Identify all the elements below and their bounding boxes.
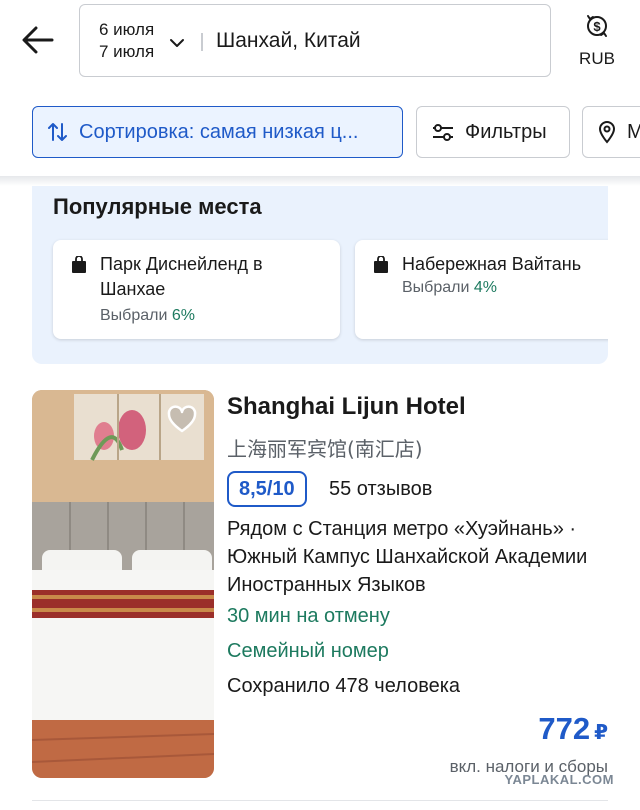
sort-chip[interactable]: Сортировка: самая низкая ц... <box>32 106 403 158</box>
top-search-bar: 6 июля 7 июля Шанхай, Китай $ RUB <box>0 0 640 90</box>
rating-score: 8,5 <box>239 477 267 500</box>
rating-badge: 8,5/10 <box>227 471 307 507</box>
place-card[interactable]: Парк Диснейленд в Шанхае Выбрали 6% <box>53 240 340 339</box>
reviews-count[interactable]: 55 отзывов <box>329 478 432 501</box>
place-popularity: Выбрали 4% <box>402 279 497 297</box>
heart-icon <box>167 405 197 433</box>
price-value: 772 <box>538 711 591 746</box>
hotel-local-name: 上海丽军宾馆(南汇店) <box>227 437 423 461</box>
map-label: М <box>627 121 640 144</box>
hotel-room-image <box>32 390 214 778</box>
picked-percent: 4% <box>473 279 497 296</box>
map-pin-icon <box>598 121 616 144</box>
filter-chips-row: Сортировка: самая низкая ц... Фильтры М <box>0 106 640 160</box>
saved-count: Сохранило 478 человека <box>227 675 461 697</box>
back-button[interactable] <box>18 20 58 60</box>
picked-label: Выбрали <box>402 279 470 296</box>
price: 772 ₽ <box>538 711 608 747</box>
checkin-date: 6 июля <box>99 20 155 39</box>
search-summary-box[interactable]: 6 июля 7 июля Шанхай, Китай <box>79 4 551 77</box>
divider <box>32 800 608 801</box>
filters-chip[interactable]: Фильтры <box>416 106 570 158</box>
cancellation-info: 30 мин на отмену <box>227 605 390 627</box>
favorite-button[interactable] <box>166 404 198 436</box>
map-chip[interactable]: М <box>582 106 640 158</box>
shopping-bag-icon <box>72 256 86 273</box>
watermark: YAPLAKAL.COM <box>504 772 614 787</box>
rating-scale: /10 <box>266 477 295 500</box>
arrow-left-icon <box>22 26 54 54</box>
hotel-location: Рядом с Станция метро «Хуэйнань» · Южный… <box>227 518 588 596</box>
place-name: Парк Диснейленд в Шанхае <box>100 254 263 299</box>
sliders-icon <box>433 124 453 141</box>
price-currency: ₽ <box>594 722 608 744</box>
hotel-name[interactable]: Shanghai Lijun Hotel <box>227 393 466 421</box>
picked-percent: 6% <box>171 307 195 324</box>
filters-label: Фильтры <box>465 120 547 143</box>
header-shadow <box>0 176 640 186</box>
picked-label: Выбрали <box>100 307 168 324</box>
svg-text:$: $ <box>593 19 601 34</box>
date-range: 6 июля 7 июля <box>99 19 154 63</box>
currency-label: RUB <box>579 49 615 68</box>
sort-arrows-icon <box>48 123 67 141</box>
currency-button[interactable]: $ RUB <box>572 10 622 70</box>
popular-title: Популярные места <box>53 194 262 219</box>
chevron-down-icon <box>170 39 184 47</box>
room-type: Семейный номер <box>227 640 389 662</box>
checkout-date: 7 июля <box>99 42 155 61</box>
hotel-photo[interactable] <box>32 390 214 778</box>
sort-label: Сортировка: самая низкая ц... <box>79 120 359 143</box>
place-card[interactable]: Набережная Вайтань Выбрали 4% <box>355 240 608 339</box>
place-popularity: Выбрали 6% <box>100 307 195 325</box>
destination: Шанхай, Китай <box>216 29 361 52</box>
popular-places-section: Популярные места Парк Диснейленд в Шанха… <box>32 186 608 364</box>
divider <box>201 33 203 51</box>
place-name: Набережная Вайтань <box>402 254 582 274</box>
currency-exchange-icon: $ <box>587 15 607 37</box>
shopping-bag-icon <box>374 256 388 273</box>
